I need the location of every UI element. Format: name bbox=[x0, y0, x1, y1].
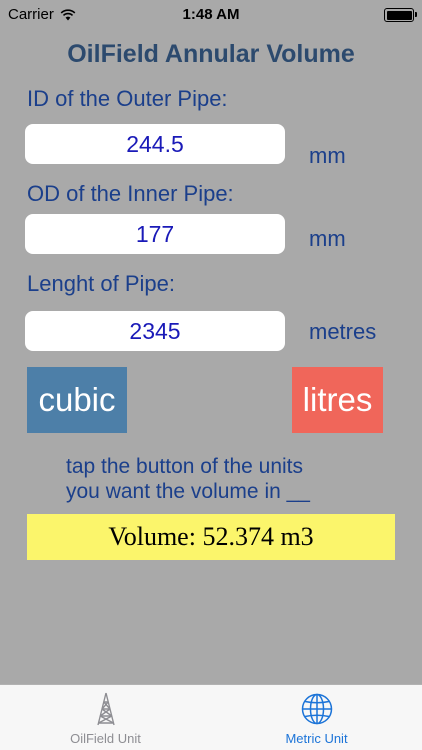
battery-icon bbox=[384, 8, 417, 22]
inner-pipe-label: OD of the Inner Pipe: bbox=[27, 181, 234, 206]
tab-bar: OilField Unit Metric Unit bbox=[0, 684, 422, 750]
litres-button[interactable]: litres bbox=[292, 367, 383, 433]
pipe-length-input[interactable] bbox=[25, 311, 285, 351]
globe-icon bbox=[301, 693, 332, 725]
status-bar: Carrier 1:48 AM bbox=[0, 0, 422, 30]
outer-pipe-input[interactable] bbox=[25, 124, 285, 164]
hint-line-1: tap the button of the units bbox=[66, 455, 304, 478]
inner-pipe-unit: mm bbox=[309, 226, 346, 251]
outer-pipe-label: ID of the Outer Pipe: bbox=[27, 86, 228, 111]
hint-text: tap the button of the units you want the… bbox=[66, 454, 310, 504]
outer-pipe-unit: mm bbox=[309, 143, 346, 168]
status-time: 1:48 AM bbox=[182, 6, 240, 23]
tab-label: Metric Unit bbox=[285, 731, 348, 746]
tab-label: OilField Unit bbox=[70, 731, 141, 746]
cubic-button[interactable]: cubic bbox=[27, 367, 127, 433]
page-title: OilField Annular Volume bbox=[67, 40, 355, 68]
oil-derrick-icon bbox=[96, 692, 115, 726]
inner-pipe-input[interactable] bbox=[25, 214, 285, 254]
pipe-length-unit: metres bbox=[309, 319, 377, 344]
pipe-length-label: Lenght of Pipe: bbox=[27, 271, 176, 296]
tab-metric-unit[interactable]: Metric Unit bbox=[211, 685, 422, 750]
tab-oilfield-unit[interactable]: OilField Unit bbox=[0, 685, 211, 750]
hint-line-2: you want the volume in __ bbox=[66, 480, 310, 503]
volume-result: Volume: 52.374 m3 bbox=[27, 514, 395, 560]
